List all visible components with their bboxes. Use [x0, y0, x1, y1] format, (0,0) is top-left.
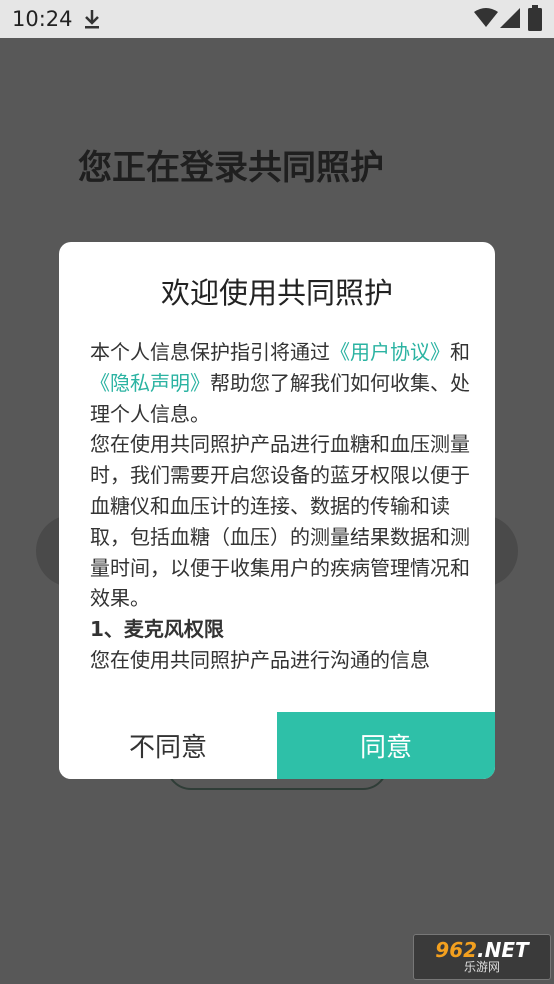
user-agreement-link[interactable]: 《用户协议》: [330, 340, 450, 364]
watermark-number: 962: [435, 938, 478, 962]
intro-and: 和: [450, 340, 470, 364]
dialog-body[interactable]: 本个人信息保护指引将通过《用户协议》和 《隐私声明》帮助您了解我们如何收集、处理…: [90, 337, 470, 713]
download-icon: [85, 10, 99, 29]
watermark-subtitle: 乐游网: [463, 960, 500, 974]
watermark-logo-top: 962.NET: [435, 940, 528, 960]
privacy-statement-link[interactable]: 《隐私声明》: [90, 371, 210, 395]
bluetooth-paragraph: 您在使用共同照护产品进行血糖和血压测量时，我们需要开启您设备的蓝牙权限以便于血糖…: [90, 432, 470, 611]
dialog-title: 欢迎使用共同照护: [160, 276, 393, 310]
login-title: 您正在登录共同照护: [78, 148, 384, 188]
status-bar: 10:24: [0, 0, 554, 38]
intro-prefix: 本个人信息保护指引将通过: [90, 340, 330, 364]
agree-button[interactable]: 同意: [277, 712, 495, 779]
wifi-icon: [474, 8, 498, 27]
watermark-net: .NET: [477, 938, 529, 962]
battery-icon: [528, 5, 542, 31]
intro-paragraph: 本个人信息保护指引将通过《用户协议》和 《隐私声明》帮助您了解我们如何收集、处理…: [90, 337, 470, 429]
microphone-section-text: 您在使用共同照护产品进行沟通的信息: [90, 647, 430, 672]
signal-icon: [500, 8, 520, 28]
site-watermark-logo: 962.NET 乐游网: [413, 934, 551, 980]
dialog-button-row: 不同意 同意: [59, 712, 495, 779]
disagree-button[interactable]: 不同意: [59, 712, 277, 779]
microphone-section-title: 1、麦克风权限: [90, 617, 224, 642]
status-time: 10:24: [12, 7, 73, 31]
privacy-dialog: 欢迎使用共同照护 本个人信息保护指引将通过《用户协议》和 《隐私声明》帮助您了解…: [59, 242, 495, 779]
